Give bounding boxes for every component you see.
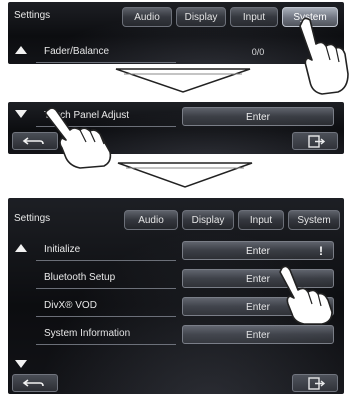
system-information-enter-button[interactable]: Enter	[182, 325, 334, 344]
fader-balance-row: Fader/Balance 0/0	[36, 42, 336, 64]
exit-icon	[308, 135, 326, 148]
settings-title: Settings	[14, 213, 51, 224]
warning-icon: !	[319, 244, 323, 258]
tab-input[interactable]: Input	[238, 210, 284, 230]
initialize-enter-button[interactable]: Enter !	[182, 241, 334, 260]
tab-display[interactable]: Display	[176, 7, 226, 27]
settings-title: Settings	[14, 10, 51, 21]
scroll-up-icon	[15, 46, 27, 54]
scroll-down-button[interactable]	[12, 106, 30, 122]
list-item: System Information Enter	[36, 324, 336, 346]
scroll-down-button[interactable]	[12, 356, 30, 372]
row-label-initialize: Initialize	[36, 240, 176, 261]
tab-system[interactable]: System	[288, 210, 340, 230]
exit-button[interactable]	[292, 132, 338, 150]
row-label-divx-vod: DivX® VOD	[36, 296, 176, 317]
exit-icon	[308, 377, 326, 390]
tab-audio[interactable]: Audio	[122, 7, 172, 27]
scroll-up-icon	[15, 244, 27, 252]
hand-pointer-icon	[299, 17, 349, 95]
touch-panel-adjust-enter-button[interactable]: Enter	[182, 107, 334, 126]
scroll-down-icon	[15, 110, 27, 118]
scroll-up-button[interactable]	[12, 240, 30, 256]
tab-bar: Settings Audio Display Input System	[8, 205, 344, 235]
enter-label: Enter	[246, 246, 270, 257]
exit-button[interactable]	[292, 374, 338, 392]
tab-input[interactable]: Input	[230, 7, 278, 27]
row-label-fader-balance: Fader/Balance	[36, 42, 176, 63]
hand-pointer-icon	[279, 265, 333, 325]
back-icon	[22, 379, 44, 387]
scroll-up-button[interactable]	[12, 42, 30, 58]
back-button[interactable]	[12, 374, 58, 392]
row-label-bluetooth-setup: Bluetooth Setup	[36, 268, 176, 289]
row-label-system-information: System Information	[36, 324, 176, 345]
down-arrow-icon	[117, 162, 253, 188]
list-item: Initialize Enter !	[36, 240, 336, 262]
scroll-down-icon	[15, 360, 27, 368]
tab-audio[interactable]: Audio	[124, 210, 178, 230]
tab-display[interactable]: Display	[182, 210, 234, 230]
